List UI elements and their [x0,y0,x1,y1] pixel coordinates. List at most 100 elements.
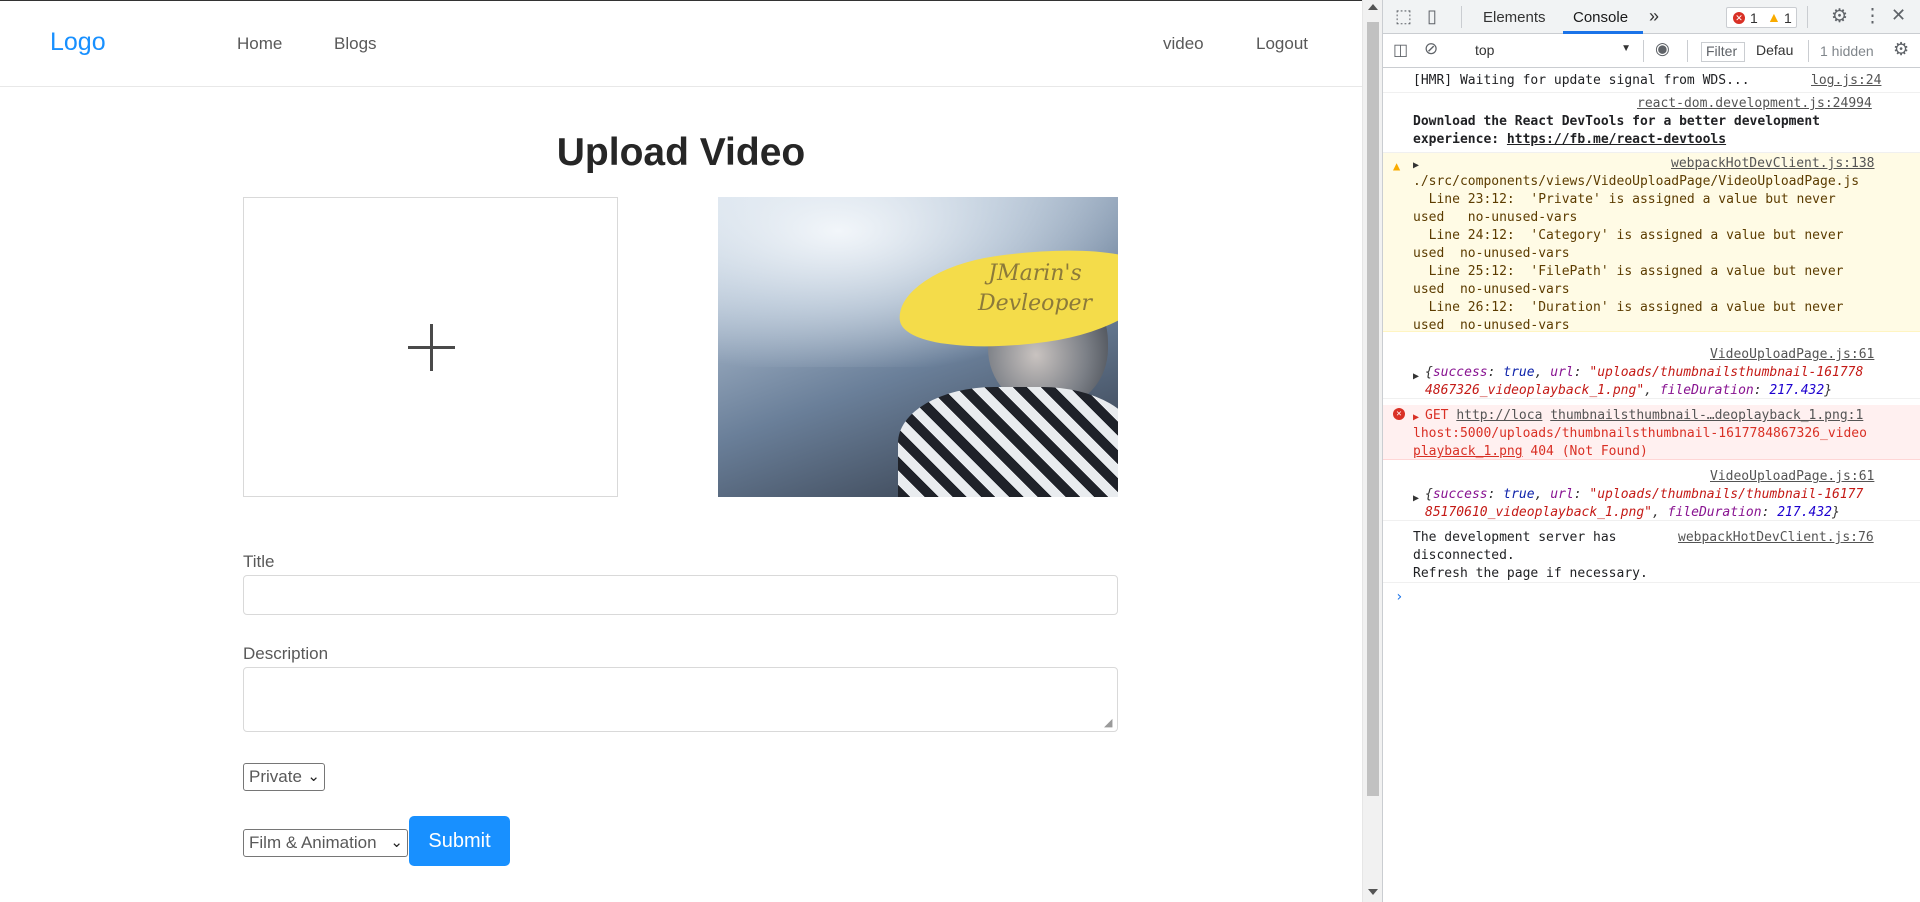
console-message: react-dom.development.js:24994 Download … [1383,93,1920,153]
object-preview: 85170610_videoplayback_1.png", fileDurat… [1425,505,1840,520]
source-link[interactable]: VideoUploadPage.js:61 [1710,346,1874,364]
more-tabs-icon[interactable]: » [1649,6,1659,27]
message-text: Refresh the page if necessary. [1413,566,1648,581]
source-link[interactable]: webpackHotDevClient.js:76 [1678,529,1874,547]
message-text: Download the React DevTools for a better… [1413,114,1820,129]
warning-path: ./src/components/views/VideoUploadPage/V… [1413,174,1860,189]
dropdown-arrow-icon: ▼ [1621,43,1631,54]
error-line: lhost:5000/uploads/thumbnailsthumbnail-1… [1413,426,1867,441]
nav-home[interactable]: Home [237,34,282,54]
warning-line: used no-unused-vars [1413,282,1570,297]
clear-console-icon[interactable]: ⊘ [1424,39,1438,59]
separator [1461,6,1462,28]
log-levels-select[interactable]: Defau [1756,42,1793,58]
filter-placeholder: Filter [1706,43,1738,59]
warning-line: used no-unused-vars [1413,210,1578,225]
plus-icon-vertical [430,324,433,371]
message-text: disconnected. [1413,548,1515,563]
resize-grip-icon[interactable]: ◢ [1104,718,1115,729]
web-page: Logo Home Blogs video Logout Upload Vide… [0,0,1362,902]
error-line: playback_1.png 404 (Not Found) [1413,444,1648,459]
warning-line: used no-unused-vars [1413,318,1570,333]
close-icon[interactable]: ✕ [1891,5,1906,26]
logo-link[interactable]: Logo [50,28,106,57]
warning-line: Line 26:12: 'Duration' is assigned a val… [1413,300,1844,315]
message-text: experience: https://fb.me/react-devtools [1413,132,1727,147]
thumbnail-person-jacket [898,387,1118,497]
error-count: 1 [1750,10,1758,26]
video-thumbnail: JMarin's Devleoper [718,197,1118,497]
separator [1687,40,1688,62]
category-select[interactable]: Film & Animation ⌄ [243,829,408,857]
separator [1807,6,1808,28]
devtools-link[interactable]: https://fb.me/react-devtools [1507,132,1726,147]
console-message: The development server has webpackHotDev… [1383,527,1920,583]
warning-count: 1 [1784,10,1792,26]
eye-icon[interactable]: ◉ [1655,39,1670,59]
context-select[interactable]: top ▼ [1468,41,1636,62]
source-link[interactable]: VideoUploadPage.js:61 [1710,468,1874,486]
nav-logout[interactable]: Logout [1256,34,1308,54]
tab-console[interactable]: Console [1573,9,1628,26]
devtools-tabbar: ⬚ ▯ Elements Console » ✕ 1 ▲ 1 ⚙ ⋮ ✕ [1383,0,1920,34]
privacy-select[interactable]: Private ⌄ [243,763,325,791]
error-url-link[interactable]: http://loca [1456,408,1542,423]
console-warning: ▲ ▶ webpackHotDevClient.js:138 ./src/com… [1383,153,1920,333]
watermark-text: JMarin's Devleoper [977,261,1092,316]
console-object-message: VideoUploadPage.js:61 ▶ {success: true, … [1383,344,1920,399]
scroll-up-arrow-icon[interactable] [1368,4,1378,10]
console-prompt-icon[interactable]: › [1395,589,1403,605]
warning-line: Line 25:12: 'FilePath' is assigned a val… [1413,264,1844,279]
warning-line: used no-unused-vars [1413,246,1570,261]
nav-video[interactable]: video [1163,34,1204,54]
privacy-select-value: Private [249,767,302,786]
page-title: Upload Video [556,131,806,174]
chevron-down-icon: ⌄ [307,768,320,785]
error-source-link[interactable]: thumbnailsthumbnail-…deoplayback_1.png:1 [1550,408,1863,423]
warning-line: Line 23:12: 'Private' is assigned a valu… [1413,192,1836,207]
source-link[interactable]: react-dom.development.js:24994 [1637,95,1872,113]
expand-triangle-icon[interactable]: ▶ [1413,490,1419,508]
hidden-count: 1 hidden [1820,43,1874,59]
source-link[interactable]: webpackHotDevClient.js:138 [1671,155,1875,173]
submit-button[interactable]: Submit [409,816,510,866]
expand-triangle-icon[interactable]: ▶ [1413,368,1419,386]
console-settings-gear-icon[interactable]: ⚙ [1893,39,1909,60]
description-textarea[interactable] [243,667,1118,732]
navbar: Logo Home Blogs video Logout [0,1,1362,87]
console-log: [HMR] Waiting for update signal from WDS… [1383,68,1920,902]
nav-blogs[interactable]: Blogs [334,34,377,54]
console-object-message: VideoUploadPage.js:61 ▶ {success: true, … [1383,466,1920,521]
chevron-down-icon: ⌄ [390,834,403,851]
object-preview: {success: true, url: "uploads/thumbnails… [1425,365,1864,380]
message-text: The development server has [1413,530,1617,545]
scroll-down-arrow-icon[interactable] [1368,889,1378,895]
warning-icon: ▲ [1767,9,1781,25]
error-line: GET http://loca thumbnailsthumbnail-…deo… [1425,408,1864,423]
devtools-panel: ⬚ ▯ Elements Console » ✕ 1 ▲ 1 ⚙ ⋮ ✕ ◫ ⊘… [1382,0,1920,902]
kebab-menu-icon[interactable]: ⋮ [1863,5,1882,28]
object-preview: {success: true, url: "uploads/thumbnails… [1425,487,1864,502]
warning-line: Line 24:12: 'Category' is assigned a val… [1413,228,1844,243]
context-select-value: top [1475,42,1495,58]
console-message: [HMR] Waiting for update signal from WDS… [1383,68,1920,93]
sidebar-toggle-icon[interactable]: ◫ [1393,40,1408,60]
separator [1643,40,1644,62]
console-filter-input[interactable]: Filter [1701,42,1745,62]
page-scrollbar[interactable] [1362,0,1382,902]
description-label: Description [243,644,329,663]
error-url-link[interactable]: playback_1.png [1413,444,1523,459]
tab-elements[interactable]: Elements [1483,9,1546,26]
source-link[interactable]: log.js:24 [1811,72,1881,90]
error-icon: ✕ [1393,408,1405,420]
console-toolbar: ◫ ⊘ top ▼ ◉ Filter Defau 1 hidden ⚙ [1383,34,1920,68]
device-toolbar-icon[interactable]: ▯ [1427,6,1437,27]
title-input[interactable] [243,575,1118,615]
video-dropzone[interactable] [243,197,618,497]
scrollbar-thumb[interactable] [1367,22,1379,796]
gear-icon[interactable]: ⚙ [1831,5,1848,28]
inspect-element-icon[interactable]: ⬚ [1395,6,1412,27]
issues-badge[interactable]: ✕ 1 ▲ 1 [1726,7,1797,28]
warning-icon: ▲ [1393,159,1401,173]
error-icon: ✕ [1733,12,1745,24]
